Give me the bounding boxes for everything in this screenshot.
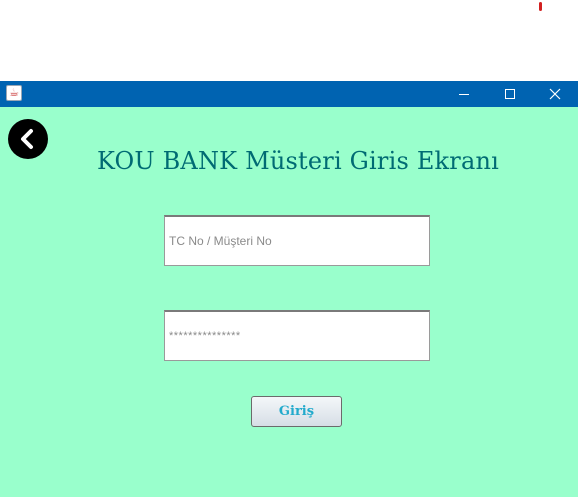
title-bar[interactable]: ☕ — [0, 81, 578, 107]
close-button[interactable] — [532, 81, 578, 107]
login-button[interactable]: Giriş — [251, 396, 342, 427]
customer-id-input[interactable] — [164, 215, 430, 266]
maximize-icon — [505, 89, 515, 99]
minimize-button[interactable] — [441, 81, 487, 107]
login-panel: KOU BANK Müsteri Giris Ekranı Giriş — [0, 107, 578, 497]
cursor-marker — [539, 2, 542, 11]
close-icon — [549, 88, 561, 100]
page-title: KOU BANK Müsteri Giris Ekranı — [96, 147, 500, 175]
minimize-icon — [459, 93, 469, 95]
java-icon: ☕ — [6, 85, 22, 101]
maximize-button[interactable] — [487, 81, 533, 107]
desktop-background — [0, 0, 578, 81]
password-field[interactable] — [164, 310, 430, 361]
login-window: ☕ KOU BANK Müsteri Giris Ekranı Giriş — [0, 81, 578, 497]
